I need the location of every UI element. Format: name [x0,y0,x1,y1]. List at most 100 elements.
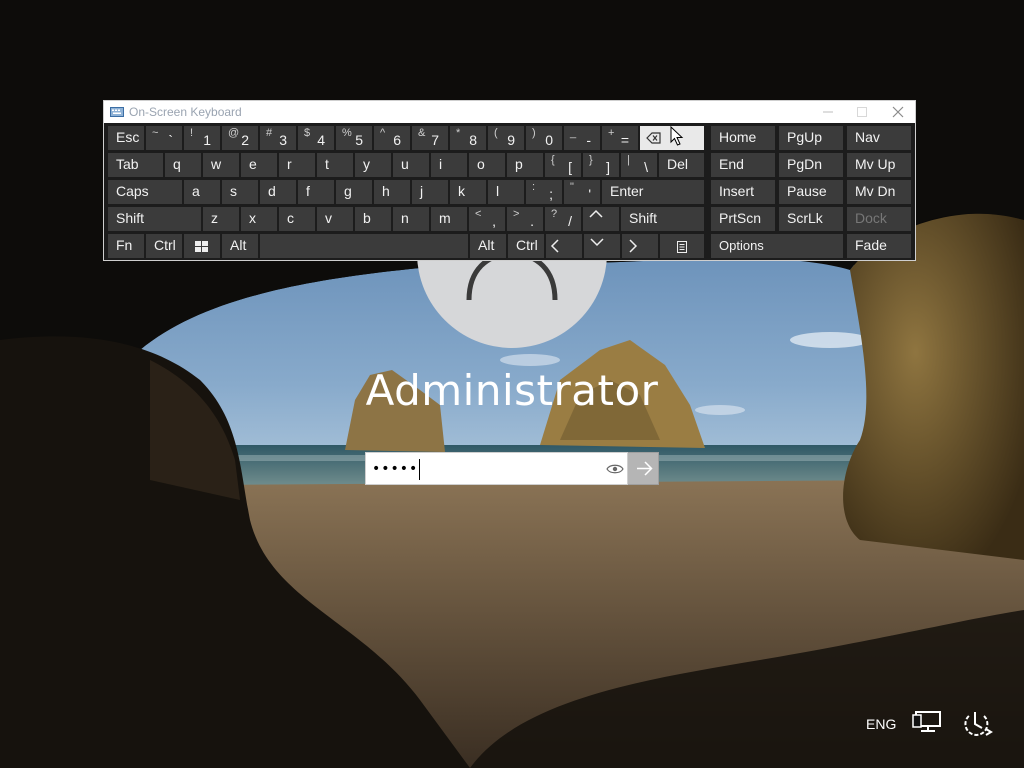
maximize-icon [857,107,867,117]
maximize-button[interactable] [844,101,880,123]
key-h[interactable]: h [374,180,410,204]
key-space[interactable] [260,234,468,258]
key-6[interactable]: ^ 6 [374,126,410,150]
key-fn[interactable]: Fn [108,234,144,258]
key-options[interactable]: Options [711,234,843,258]
submit-button[interactable] [627,452,659,485]
close-button[interactable] [880,101,916,123]
key-k[interactable]: k [450,180,486,204]
key-fade[interactable]: Fade [847,234,911,258]
key-lbracket[interactable]: {[ [545,153,581,177]
key-e[interactable]: e [241,153,277,177]
key-5[interactable]: % 5 [336,126,372,150]
key-right[interactable] [622,234,658,258]
key-8[interactable]: * 8 [450,126,486,150]
key-insert[interactable]: Insert [711,180,775,204]
key-p[interactable]: p [507,153,543,177]
key-r[interactable]: r [279,153,315,177]
key-pgup[interactable]: PgUp [779,126,843,150]
key-backtick[interactable]: ~ ` [146,126,182,150]
key-n[interactable]: n [393,207,429,231]
key-9[interactable]: (9 [488,126,524,150]
key-main-label: / [568,213,572,229]
key-label: l [496,183,500,199]
key-l[interactable]: l [488,180,524,204]
key-mvup[interactable]: Mv Up [847,153,911,177]
key-esc[interactable]: Esc [108,126,144,150]
key-ralt[interactable]: Alt [470,234,506,258]
key-2[interactable]: @2 [222,126,258,150]
key-a[interactable]: a [184,180,220,204]
key-shift-label: & [418,127,426,139]
key-slash[interactable]: ? / [545,207,581,231]
key-nav[interactable]: Nav [847,126,911,150]
key-dock[interactable]: Dock [847,207,911,231]
key-7[interactable]: & 7 [412,126,448,150]
windows-icon [184,234,220,258]
key-up[interactable] [583,207,619,231]
key-b[interactable]: b [355,207,391,231]
key-end[interactable]: End [711,153,775,177]
key-c[interactable]: c [279,207,315,231]
key-v[interactable]: v [317,207,353,231]
key-lctrl[interactable]: Ctrl [146,234,182,258]
key-y[interactable]: y [355,153,391,177]
key-equals[interactable]: + = [602,126,638,150]
key-pgdn[interactable]: PgDn [779,153,843,177]
key-enter[interactable]: Enter [602,180,704,204]
key-prtscn[interactable]: PrtScn [711,207,775,231]
osk-titlebar[interactable]: On-Screen Keyboard [104,101,915,123]
key-semicolon[interactable]: :; [526,180,562,204]
key-lshift[interactable]: Shift [108,207,201,231]
network-icon[interactable] [912,709,944,737]
password-field[interactable] [365,452,659,485]
key-w[interactable]: w [203,153,239,177]
key-down[interactable] [584,234,620,258]
key-caps[interactable]: Caps [108,180,182,204]
key-rshift[interactable]: Shift [621,207,704,231]
key-d[interactable]: d [260,180,296,204]
key-q[interactable]: q [165,153,201,177]
key-z[interactable]: z [203,207,239,231]
key-period[interactable]: >. [507,207,543,231]
key-j[interactable]: j [412,180,448,204]
key-1[interactable]: ! 1 [184,126,220,150]
key-backslash[interactable]: | \ [621,153,657,177]
eye-icon[interactable] [604,461,626,477]
key-menu[interactable] [660,234,704,258]
key-shift-label: @ [228,127,240,139]
key-del[interactable]: Del [659,153,704,177]
key-3[interactable]: #3 [260,126,296,150]
key-x[interactable]: x [241,207,277,231]
key-comma[interactable]: <, [469,207,505,231]
key-label: t [325,156,329,172]
key-win[interactable] [184,234,220,258]
key-tab[interactable]: Tab [108,153,163,177]
key-s[interactable]: s [222,180,258,204]
key-o[interactable]: o [469,153,505,177]
key-mvdn[interactable]: Mv Dn [847,180,911,204]
key-f[interactable]: f [298,180,334,204]
ease-of-access-icon[interactable] [960,708,994,740]
key-left[interactable] [546,234,582,258]
key-4[interactable]: $4 [298,126,334,150]
key-t[interactable]: t [317,153,353,177]
key-main-label: 2 [241,132,249,148]
key-home[interactable]: Home [711,126,775,150]
key-rbracket[interactable]: }] [583,153,619,177]
language-indicator[interactable]: ENG [866,716,896,732]
key-pause[interactable]: Pause [779,180,843,204]
key-label: s [230,183,237,199]
key-m[interactable]: m [431,207,467,231]
key-g[interactable]: g [336,180,372,204]
minimize-button[interactable] [810,101,846,123]
key-scrlk[interactable]: ScrLk [779,207,843,231]
key-u[interactable]: u [393,153,429,177]
password-input[interactable] [372,457,598,480]
key-lalt[interactable]: Alt [222,234,258,258]
key-minus[interactable]: _ - [564,126,600,150]
key-i[interactable]: i [431,153,467,177]
key-0[interactable]: ) 0 [526,126,562,150]
key-quote[interactable]: " ' [564,180,600,204]
key-rctrl[interactable]: Ctrl [508,234,544,258]
